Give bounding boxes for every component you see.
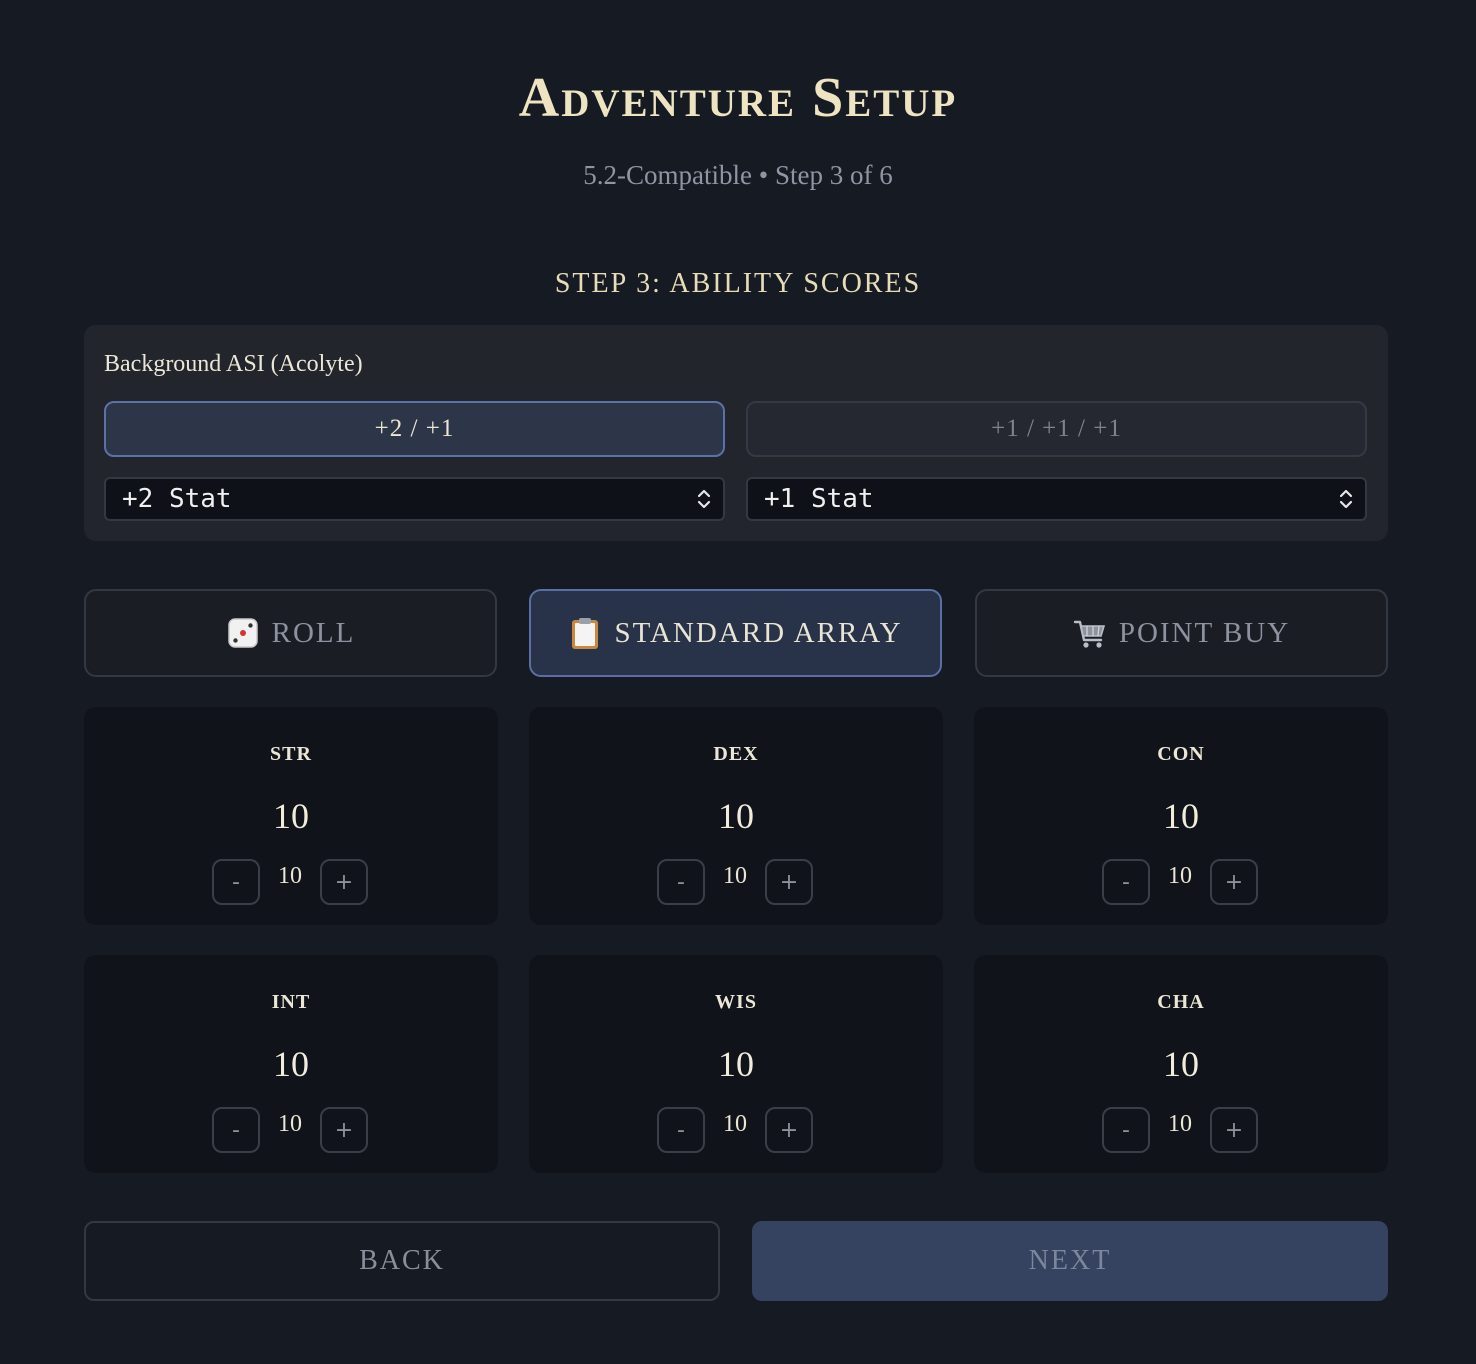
ability-score: 10: [718, 796, 754, 836]
chevron-up-down-icon: [1339, 489, 1353, 509]
ability-card-con: CON 10 - 10 +: [974, 707, 1388, 925]
method-point-buy-button[interactable]: Point Buy: [975, 589, 1388, 677]
ability-name: CHA: [1157, 991, 1205, 1013]
shopping-cart-icon: [1073, 620, 1105, 648]
chevron-up-down-icon: [697, 489, 711, 509]
ability-input-value[interactable]: 10: [705, 863, 765, 890]
back-button[interactable]: Back: [84, 1221, 720, 1301]
decrement-button[interactable]: -: [1102, 1107, 1150, 1153]
decrement-button[interactable]: -: [212, 859, 260, 905]
asi-label: Background ASI (Acolyte): [104, 351, 363, 377]
decrement-button[interactable]: -: [657, 1107, 705, 1153]
increment-button[interactable]: +: [765, 859, 813, 905]
increment-button[interactable]: +: [320, 1107, 368, 1153]
select-value: +1 Stat: [764, 484, 874, 514]
ability-name: STR: [270, 743, 312, 765]
asi-option-plus2-plus1[interactable]: +2 / +1: [104, 401, 725, 457]
ability-name: DEX: [713, 743, 759, 765]
method-label: Roll: [271, 616, 356, 649]
ability-input-value[interactable]: 10: [705, 1111, 765, 1138]
ability-input-value[interactable]: 10: [1150, 1111, 1210, 1138]
ability-card-wis: WIS 10 - 10 +: [529, 955, 943, 1173]
asi-option-label: +2 / +1: [374, 415, 455, 442]
ability-score: 10: [718, 1044, 754, 1084]
method-standard-array-button[interactable]: Standard Array: [529, 589, 942, 677]
decrement-button[interactable]: -: [1102, 859, 1150, 905]
ability-name: INT: [271, 991, 311, 1013]
background-asi-panel: Background ASI (Acolyte) +2 / +1 +1 / +1…: [84, 325, 1388, 541]
ability-card-int: INT 10 - 10 +: [84, 955, 498, 1173]
ability-score: 10: [1163, 796, 1199, 836]
decrement-button[interactable]: -: [657, 859, 705, 905]
ability-input-value[interactable]: 10: [260, 1111, 320, 1138]
ability-score: 10: [273, 1044, 309, 1084]
ability-card-cha: CHA 10 - 10 +: [974, 955, 1388, 1173]
plus1-stat-select[interactable]: +1 Stat: [746, 477, 1367, 521]
plus2-stat-select[interactable]: +2 Stat: [104, 477, 725, 521]
method-label: Standard Array: [614, 616, 903, 649]
ability-card-dex: DEX 10 - 10 +: [529, 707, 943, 925]
ability-score: 10: [1163, 1044, 1199, 1084]
increment-button[interactable]: +: [765, 1107, 813, 1153]
page-title: Adventure Setup: [518, 67, 958, 129]
method-roll-button[interactable]: Roll: [84, 589, 497, 677]
ability-name: WIS: [715, 991, 757, 1013]
method-label: Point Buy: [1118, 616, 1291, 649]
increment-button[interactable]: +: [1210, 1107, 1258, 1153]
select-value: +2 Stat: [122, 484, 232, 514]
ability-input-value[interactable]: 10: [1150, 863, 1210, 890]
step-heading: Step 3: Ability Scores: [554, 268, 922, 299]
decrement-button[interactable]: -: [212, 1107, 260, 1153]
increment-button[interactable]: +: [320, 859, 368, 905]
dice-icon: [227, 618, 258, 648]
clipboard-icon: [572, 618, 599, 649]
asi-option-label: +1 / +1 / +1: [991, 415, 1122, 442]
ability-name: CON: [1157, 743, 1205, 765]
ability-input-value[interactable]: 10: [260, 863, 320, 890]
next-button[interactable]: Next: [752, 1221, 1388, 1301]
ability-card-str: STR 10 - 10 +: [84, 707, 498, 925]
asi-option-plus1-plus1-plus1[interactable]: +1 / +1 / +1: [746, 401, 1367, 457]
ability-score: 10: [273, 796, 309, 836]
page-subtitle: 5.2-Compatible • Step 3 of 6: [583, 160, 893, 190]
adventure-setup-page: Adventure Setup 5.2-Compatible • Step 3 …: [0, 0, 1476, 1364]
increment-button[interactable]: +: [1210, 859, 1258, 905]
